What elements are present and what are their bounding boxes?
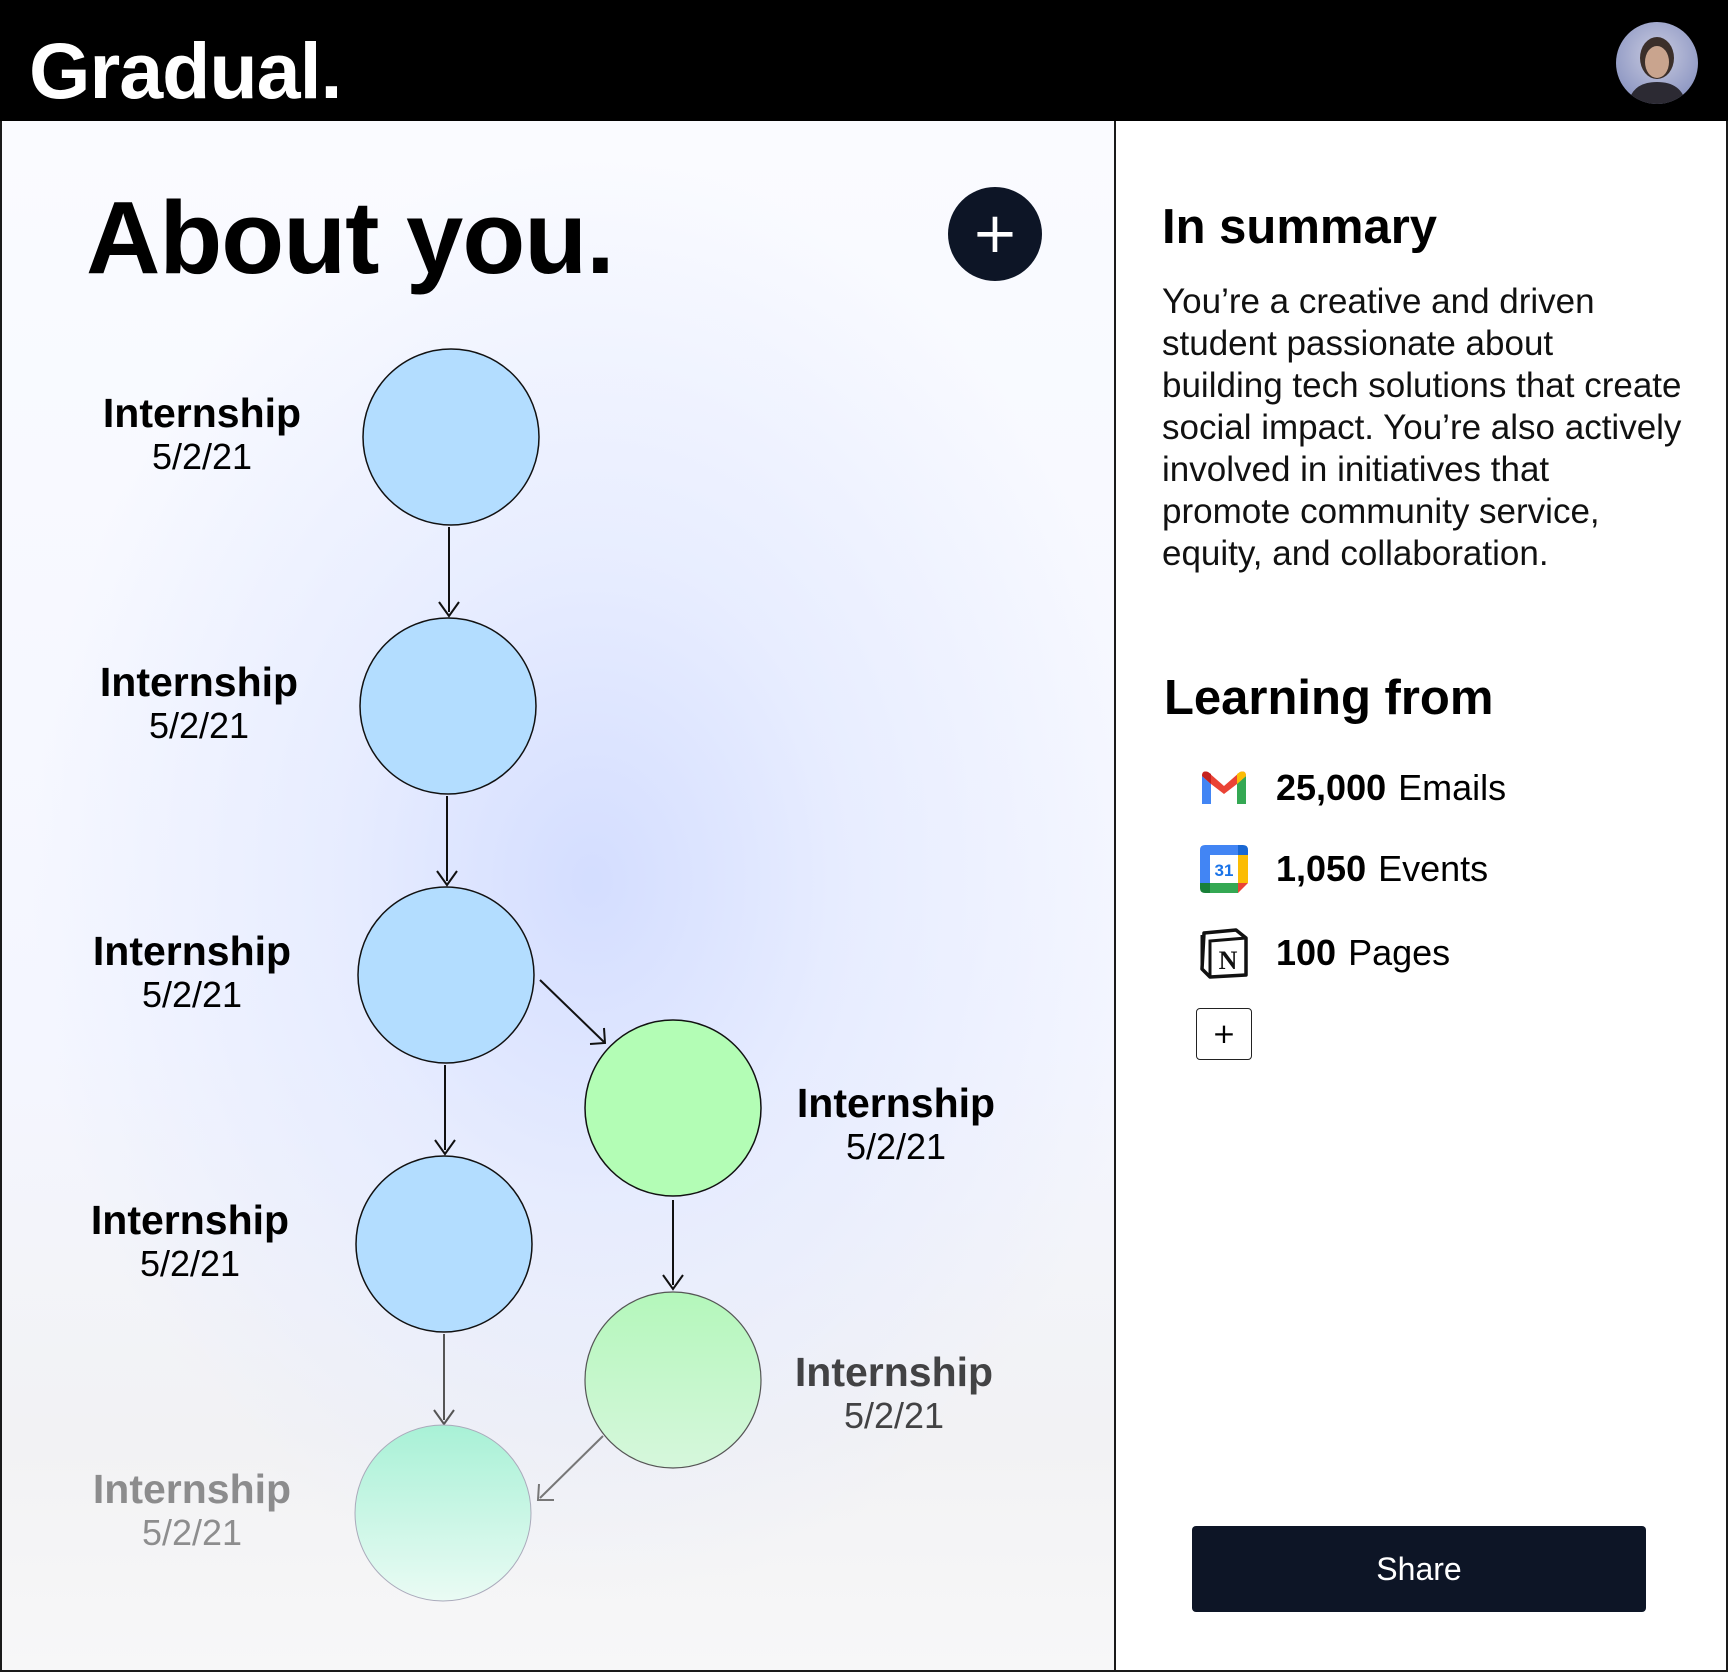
- source-count: 25,000: [1276, 767, 1387, 808]
- panel-divider: [1114, 121, 1116, 1672]
- node-date: 5/2/21: [141, 1512, 243, 1553]
- summary-text: You’re a creative and driven student pas…: [1162, 282, 1682, 573]
- avatar-portrait-icon: [1628, 37, 1686, 104]
- source-gmail[interactable]: 25,000 Emails: [1198, 763, 1506, 813]
- gmail-icon: [1198, 762, 1250, 814]
- source-notion[interactable]: N 100 Pages: [1198, 927, 1451, 979]
- node-title: Internship: [99, 659, 299, 705]
- node-date: 5/2/21: [141, 974, 243, 1015]
- google-calendar-icon: 31: [1198, 843, 1250, 895]
- node-title: Internship: [796, 1080, 996, 1126]
- node-date: 5/2/21: [139, 1243, 241, 1284]
- timeline-node-4[interactable]: Internship 5/2/21: [60, 1197, 320, 1285]
- source-calendar[interactable]: 31 1,050 Events: [1198, 844, 1488, 894]
- node-title: Internship: [92, 928, 292, 974]
- node-title: Internship: [794, 1349, 994, 1395]
- page-title: About you.: [86, 180, 615, 295]
- summary-title: In summary: [1162, 200, 1438, 254]
- node-date: 5/2/21: [843, 1395, 945, 1436]
- node-date: 5/2/21: [148, 705, 250, 746]
- timeline-node-3[interactable]: Internship 5/2/21: [62, 928, 322, 1016]
- add-source-button[interactable]: +: [1196, 1008, 1252, 1060]
- share-button[interactable]: Share: [1192, 1526, 1646, 1612]
- svg-text:31: 31: [1215, 861, 1234, 880]
- node-date: 5/2/21: [845, 1126, 947, 1167]
- node-title: Internship: [102, 390, 302, 436]
- timeline-node-6[interactable]: Internship 5/2/21: [766, 1080, 1026, 1168]
- timeline-node-7[interactable]: Internship 5/2/21: [764, 1349, 1024, 1437]
- app-logo[interactable]: Gradual.: [29, 26, 342, 116]
- source-label: Pages: [1348, 932, 1451, 973]
- svg-text:N: N: [1219, 946, 1238, 975]
- timeline-node-5[interactable]: Internship 5/2/21: [62, 1466, 322, 1554]
- learning-from-title: Learning from: [1164, 671, 1494, 725]
- add-experience-button[interactable]: +: [948, 187, 1042, 281]
- node-date: 5/2/21: [151, 436, 253, 477]
- timeline-node-1[interactable]: Internship 5/2/21: [72, 390, 332, 478]
- notion-icon: N: [1198, 927, 1250, 979]
- source-label: Emails: [1398, 767, 1507, 808]
- source-label: Events: [1378, 848, 1489, 889]
- user-avatar[interactable]: [1616, 22, 1698, 104]
- source-count: 1,050: [1276, 848, 1367, 889]
- source-count: 100: [1276, 932, 1337, 973]
- node-title: Internship: [90, 1197, 290, 1243]
- node-title: Internship: [92, 1466, 292, 1512]
- timeline-node-2[interactable]: Internship 5/2/21: [69, 659, 329, 747]
